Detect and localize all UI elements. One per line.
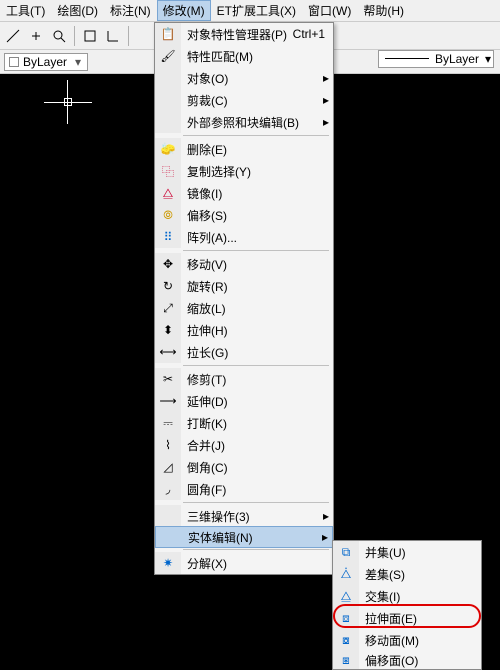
solid-edit-submenu: ⧉ 并集(U) ⧊ 差集(S) ⧋ 交集(I) ⧈ 拉伸面(E) ⧇ 移动面(M… [332, 540, 482, 670]
linetype-preview [385, 58, 429, 60]
properties-icon: 📋 [161, 27, 176, 41]
stretch-icon: ⬍ [163, 323, 173, 337]
menu-item-explode[interactable]: ✷ 分解(X) [155, 552, 333, 574]
menu-draw[interactable]: 绘图(D) [51, 0, 104, 21]
extrude-face-icon: ⧈ [342, 611, 350, 626]
copy-icon: ⿻ [162, 163, 174, 180]
menu-separator [183, 365, 329, 366]
tool-pan-icon[interactable] [25, 25, 47, 47]
submenu-offset-face[interactable]: ⧆ 偏移面(O) [333, 651, 481, 669]
menu-item-rotate[interactable]: ↻ 旋转(R) [155, 275, 333, 297]
menu-item-array[interactable]: ⠿ 阵列(A)... [155, 226, 333, 248]
menu-item-xref-block[interactable]: 外部参照和块编辑(B) ▸ [155, 111, 333, 133]
pickbox [64, 98, 72, 106]
separator [128, 26, 129, 46]
menu-item-fillet[interactable]: ◞ 圆角(F) [155, 478, 333, 500]
bylayer2-label: ByLayer [435, 52, 479, 66]
offset-face-icon: ⧆ [342, 653, 350, 668]
tool-ortho-icon[interactable] [102, 25, 124, 47]
menu-item-copy[interactable]: ⿻ 复制选择(Y) [155, 160, 333, 182]
tool-select-icon[interactable] [79, 25, 101, 47]
menu-item-mirror[interactable]: ⧋ 镜像(I) [155, 182, 333, 204]
menu-dimension[interactable]: 标注(N) [104, 0, 157, 21]
menubar: 工具(T) 绘图(D) 标注(N) 修改(M) ET扩展工具(X) 窗口(W) … [0, 0, 500, 22]
submenu-arrow-icon: ▸ [323, 71, 333, 85]
menu-separator [183, 135, 329, 136]
menu-separator [183, 250, 329, 251]
submenu-union[interactable]: ⧉ 并集(U) [333, 541, 481, 563]
match-icon: 🖌 [160, 49, 175, 63]
separator [74, 26, 75, 46]
menu-item-object[interactable]: 对象(O) ▸ [155, 67, 333, 89]
menu-separator [183, 549, 329, 550]
explode-icon: ✷ [163, 556, 173, 570]
submenu-arrow-icon: ▸ [322, 530, 332, 544]
menu-item-solidedit[interactable]: 实体编辑(N) ▸ [155, 526, 333, 548]
layer-combo[interactable]: ByLayer ▾ [4, 53, 88, 71]
modify-menu-dropdown: 📋 对象特性管理器(P) Ctrl+1 🖌 特性匹配(M) 对象(O) ▸ 剪裁… [154, 22, 334, 575]
menu-window[interactable]: 窗口(W) [302, 0, 357, 21]
array-icon: ⠿ [164, 230, 173, 244]
bylayer-label: ByLayer [23, 55, 67, 69]
submenu-arrow-icon: ▸ [323, 509, 333, 523]
subtract-icon: ⧊ [341, 567, 352, 582]
lengthen-icon: ⟷ [159, 345, 176, 359]
menu-modify[interactable]: 修改(M) [157, 0, 211, 21]
menu-item-3dops[interactable]: 三维操作(3) ▸ [155, 505, 333, 527]
chevron-down-icon: ▾ [71, 55, 85, 69]
menu-separator [183, 502, 329, 503]
menu-item-clip[interactable]: 剪裁(C) ▸ [155, 89, 333, 111]
submenu-arrow-icon: ▸ [323, 115, 333, 129]
move-icon: ✥ [163, 257, 173, 271]
join-icon: ⌇ [165, 438, 171, 452]
submenu-extrude-face[interactable]: ⧈ 拉伸面(E) [333, 607, 481, 629]
menu-item-erase[interactable]: 🧽 删除(E) [155, 138, 333, 160]
menu-et-tools[interactable]: ET扩展工具(X) [211, 0, 302, 21]
menu-item-scale[interactable]: ⤢ 缩放(L) [155, 297, 333, 319]
menu-item-stretch[interactable]: ⬍ 拉伸(H) [155, 319, 333, 341]
extend-icon: ⟶ [159, 394, 176, 408]
menu-tools[interactable]: 工具(T) [0, 0, 51, 21]
break-icon: ⎓ [163, 416, 173, 431]
offset-icon: ⦾ [163, 208, 173, 223]
menu-item-matchprop[interactable]: 🖌 特性匹配(M) [155, 45, 333, 67]
chamfer-icon: ◿ [163, 460, 172, 474]
layer-color-swatch [9, 57, 19, 67]
submenu-move-face[interactable]: ⧇ 移动面(M) [333, 629, 481, 651]
rotate-icon: ↻ [163, 279, 173, 293]
submenu-subtract[interactable]: ⧊ 差集(S) [333, 563, 481, 585]
menu-item-properties[interactable]: 📋 对象特性管理器(P) Ctrl+1 [155, 23, 333, 45]
linetype-combo[interactable]: ByLayer ▾ [378, 50, 494, 68]
menu-item-trim[interactable]: ✂ 修剪(T) [155, 368, 333, 390]
union-icon: ⧉ [342, 545, 351, 560]
menu-item-offset[interactable]: ⦾ 偏移(S) [155, 204, 333, 226]
menu-item-extend[interactable]: ⟶ 延伸(D) [155, 390, 333, 412]
chevron-down-icon: ▾ [485, 52, 491, 66]
tool-zoom-icon[interactable] [48, 25, 70, 47]
menu-item-chamfer[interactable]: ◿ 倒角(C) [155, 456, 333, 478]
submenu-arrow-icon: ▸ [323, 93, 333, 107]
menu-help[interactable]: 帮助(H) [357, 0, 410, 21]
tool-line-icon[interactable] [2, 25, 24, 47]
erase-icon: 🧽 [161, 142, 176, 156]
intersect-icon: ⧋ [341, 589, 352, 604]
menu-item-move[interactable]: ✥ 移动(V) [155, 253, 333, 275]
submenu-intersect[interactable]: ⧋ 交集(I) [333, 585, 481, 607]
trim-icon: ✂ [163, 372, 173, 386]
menu-item-lengthen[interactable]: ⟷ 拉长(G) [155, 341, 333, 363]
menu-item-join[interactable]: ⌇ 合并(J) [155, 434, 333, 456]
fillet-icon: ◞ [166, 482, 171, 496]
mirror-icon: ⧋ [163, 186, 174, 201]
move-face-icon: ⧇ [342, 633, 350, 648]
menu-item-break[interactable]: ⎓ 打断(K) [155, 412, 333, 434]
scale-icon: ⤢ [163, 301, 173, 316]
